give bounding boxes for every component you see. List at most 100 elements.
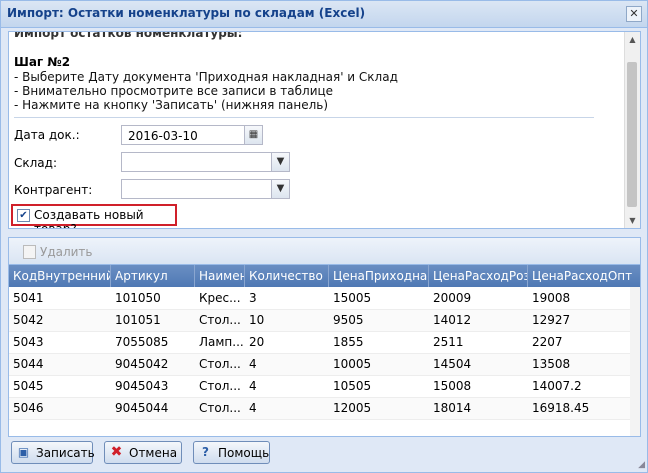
cell-price-retail: 2511: [433, 335, 464, 349]
form-scrollbar[interactable]: ▲ ▼: [624, 32, 640, 228]
column-header[interactable]: ЦенаРасходРозница: [429, 265, 528, 287]
column-header[interactable]: ЦенаПриходная: [329, 265, 429, 287]
cell-code: 5046: [13, 401, 44, 415]
table-row[interactable]: 5043 7055085 Ламп... 20 1855 2511 2207: [9, 332, 630, 354]
column-header[interactable]: Количество: [245, 265, 329, 287]
help-label: Помощь: [218, 446, 270, 460]
resize-grip-icon[interactable]: ◢: [638, 460, 645, 470]
table-row[interactable]: 5041 101050 Крес... 3 15005 20009 19008: [9, 288, 630, 310]
cell-qty: 20: [249, 335, 265, 349]
cell-qty: 10: [249, 313, 265, 327]
scroll-thumb[interactable]: [627, 62, 637, 207]
column-header[interactable]: Наименование: [195, 265, 245, 287]
calendar-icon[interactable]: ▦: [244, 126, 262, 144]
cell-price-in: 10505: [333, 379, 372, 393]
delete-icon[interactable]: [23, 245, 36, 259]
date-field[interactable]: 2016-03-10 ▦: [121, 125, 263, 145]
cell-price-wholesale: 2207: [532, 335, 563, 349]
cross-icon: ✖: [110, 444, 123, 460]
floppy-icon: ▣: [17, 445, 30, 459]
cell-qty: 4: [249, 401, 257, 415]
date-value: 2016-03-10: [128, 129, 198, 143]
column-header[interactable]: Артикул: [111, 265, 195, 287]
import-dialog: Импорт: Остатки номенклатуры по складам …: [0, 0, 648, 473]
cell-code: 5043: [13, 335, 44, 349]
step-form-panel: Импорт остатков номенклатуры: Шаг №2 - В…: [8, 31, 641, 229]
dialog-titlebar[interactable]: Импорт: Остатки номенклатуры по складам …: [1, 1, 647, 28]
table-row[interactable]: 5044 9045042 Стол... 4 10005 14504 13508: [9, 354, 630, 376]
cell-price-in: 12005: [333, 401, 372, 415]
cell-article: 9045043: [115, 379, 169, 393]
cell-code: 5044: [13, 357, 44, 371]
cell-price-in: 9505: [333, 313, 364, 327]
cell-name: Стол...: [199, 313, 241, 327]
cell-name: Стол...: [199, 379, 241, 393]
cell-price-in: 1855: [333, 335, 364, 349]
scroll-up-icon[interactable]: ▲: [625, 32, 640, 47]
dialog-title: Импорт: Остатки номенклатуры по складам …: [7, 6, 366, 20]
table-row[interactable]: 5046 9045044 Стол... 4 12005 18014 16918…: [9, 398, 630, 420]
cancel-label: Отмена: [129, 446, 178, 460]
help-button[interactable]: ? Помощь: [193, 441, 270, 464]
cell-code: 5045: [13, 379, 44, 393]
cell-price-retail: 20009: [433, 291, 472, 305]
instruction-line: - Нажмите на кнопку 'Записать' (нижняя п…: [14, 98, 329, 112]
divider: [14, 117, 594, 118]
cancel-button[interactable]: ✖ Отмена: [104, 441, 182, 464]
step-title: Шаг №2: [14, 55, 71, 69]
cell-price-retail: 14012: [433, 313, 472, 327]
warehouse-combo[interactable]: ▼: [121, 152, 290, 172]
help-icon: ?: [202, 445, 209, 459]
table-row[interactable]: 5042 101051 Стол... 10 9505 14012 12927: [9, 310, 630, 332]
grid-header: КодВнутренний Артикул Наименование Колич…: [9, 265, 640, 287]
cell-name: Стол...: [199, 357, 241, 371]
cell-price-in: 10005: [333, 357, 372, 371]
delete-button[interactable]: Удалить: [40, 245, 93, 259]
create-new-highlight: ✔ Создавать новый товар?: [11, 204, 177, 228]
cell-name: Стол...: [199, 401, 241, 415]
cell-qty: 4: [249, 357, 257, 371]
column-header[interactable]: ЦенаРасходОпт: [528, 265, 640, 287]
table-row[interactable]: 5045 9045043 Стол... 4 10505 15008 14007…: [9, 376, 630, 398]
cell-price-wholesale: 16918.45: [532, 401, 590, 415]
cell-code: 5042: [13, 313, 44, 327]
create-new-label[interactable]: Создавать новый товар?: [34, 208, 175, 228]
cell-article: 9045042: [115, 357, 169, 371]
chevron-down-icon[interactable]: ▼: [271, 153, 289, 171]
cell-price-retail: 14504: [433, 357, 472, 371]
cell-name: Ламп...: [199, 335, 244, 349]
cell-article: 101050: [115, 291, 161, 305]
cell-qty: 3: [249, 291, 257, 305]
close-icon[interactable]: ✕: [626, 6, 642, 22]
scroll-down-icon[interactable]: ▼: [625, 213, 640, 228]
save-button[interactable]: ▣ Записать: [11, 441, 95, 464]
date-label: Дата док.:: [14, 128, 80, 142]
cell-price-wholesale: 13508: [532, 357, 571, 371]
cell-article: 9045044: [115, 401, 169, 415]
cell-article: 7055085: [115, 335, 169, 349]
cell-article: 101051: [115, 313, 161, 327]
cell-price-wholesale: 14007.2: [532, 379, 582, 393]
warehouse-label: Склад:: [14, 156, 57, 170]
instruction-line: - Выберите Дату документа 'Приходная нак…: [14, 70, 398, 84]
column-header[interactable]: КодВнутренний: [9, 265, 111, 287]
cell-price-wholesale: 19008: [532, 291, 571, 305]
cell-name: Крес...: [199, 291, 241, 305]
chevron-down-icon[interactable]: ▼: [271, 180, 289, 198]
cell-price-retail: 15008: [433, 379, 472, 393]
cell-code: 5041: [13, 291, 44, 305]
save-label: Записать: [36, 446, 95, 460]
grid-toolbar: Удалить: [9, 238, 640, 265]
cell-price-wholesale: 12927: [532, 313, 571, 327]
cell-price-in: 15005: [333, 291, 372, 305]
instruction-line: - Внимательно просмотрите все записи в т…: [14, 84, 334, 98]
items-grid: Удалить КодВнутренний Артикул Наименован…: [8, 237, 641, 437]
cell-qty: 4: [249, 379, 257, 393]
cut-off-header: Импорт остатков номенклатуры:: [14, 31, 243, 40]
grid-scrollbar[interactable]: [630, 287, 640, 436]
contractor-combo[interactable]: ▼: [121, 179, 290, 199]
contractor-label: Контрагент:: [14, 183, 93, 197]
create-new-checkbox[interactable]: ✔: [17, 209, 30, 222]
cell-price-retail: 18014: [433, 401, 472, 415]
bottom-toolbar: ▣ Записать ✖ Отмена ? Помощь ◢: [1, 437, 647, 472]
